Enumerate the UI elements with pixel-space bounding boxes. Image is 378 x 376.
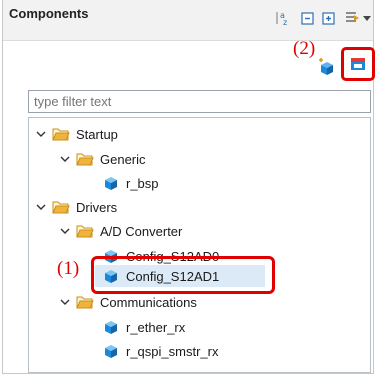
- tree-item-r-qspi-smstr-rx[interactable]: r_qspi_smstr_rx: [101, 340, 218, 362]
- tree-item-startup[interactable]: Startup: [35, 123, 118, 145]
- folder-icon: [51, 126, 71, 142]
- folder-icon: [51, 199, 71, 215]
- new-component-icon: [349, 54, 367, 75]
- component-cube-icon: [101, 343, 121, 359]
- sort-alpha-icon[interactable]: a z: [274, 9, 292, 27]
- svg-text:z: z: [283, 18, 287, 27]
- add-component-icon[interactable]: [317, 58, 335, 76]
- folder-icon: [75, 223, 95, 239]
- tree-item-label: r_ether_rx: [126, 319, 186, 335]
- tree-item-label: Communications: [100, 294, 197, 310]
- component-cube-icon: [101, 248, 121, 264]
- tree-item-ad-converter[interactable]: A/D Converter: [59, 220, 182, 242]
- chevron-down-icon[interactable]: [35, 201, 47, 213]
- tree-item-r-bsp[interactable]: r_bsp: [101, 172, 159, 194]
- chevron-down-icon[interactable]: [59, 296, 71, 308]
- components-panel: Components a z (2) type filter text Star…: [2, 0, 375, 374]
- tree-item-label: r_bsp: [126, 175, 159, 191]
- tree-item-label: r_qspi_smstr_rx: [126, 343, 219, 359]
- new-component-button[interactable]: [341, 47, 375, 81]
- tree-item-config-s12ad0[interactable]: Config_S12AD0: [101, 245, 219, 267]
- annotation-label-1: (1): [57, 258, 80, 279]
- tree-item-label: Config_S12AD1: [126, 268, 220, 284]
- tree-item-generic[interactable]: Generic: [59, 148, 146, 170]
- view-menu-icon[interactable]: [362, 9, 372, 27]
- folder-icon: [75, 151, 95, 167]
- component-cube-icon: [101, 175, 121, 191]
- tree-item-config-s12ad1[interactable]: Config_S12AD1: [95, 265, 265, 287]
- component-tree: Startup Generic r_bsp Drivers A/D Conver…: [28, 117, 371, 373]
- chevron-down-icon[interactable]: [35, 128, 47, 140]
- chevron-down-icon[interactable]: [59, 153, 71, 165]
- tree-item-label: Config_S12AD0: [126, 248, 220, 264]
- filter-icon[interactable]: [343, 9, 361, 27]
- tree-item-r-ether-rx[interactable]: r_ether_rx: [101, 316, 185, 338]
- component-cube-icon: [101, 319, 121, 335]
- tree-item-drivers[interactable]: Drivers: [35, 196, 117, 218]
- tree-item-communications[interactable]: Communications: [59, 291, 197, 313]
- tree-item-label: Drivers: [76, 199, 118, 215]
- expand-all-icon[interactable]: [320, 9, 338, 27]
- chevron-down-icon[interactable]: [59, 225, 71, 237]
- component-cube-icon: [101, 268, 121, 284]
- panel-header: Components a z: [3, 0, 373, 41]
- filter-input[interactable]: [28, 90, 371, 113]
- annotation-label-2: (2): [293, 38, 316, 59]
- tree-item-label: Startup: [76, 126, 118, 142]
- panel-title: Components: [9, 6, 89, 21]
- tree-item-label: A/D Converter: [100, 223, 183, 239]
- tree-item-label: Generic: [100, 151, 146, 167]
- folder-icon: [75, 294, 95, 310]
- collapse-all-icon[interactable]: [299, 9, 317, 27]
